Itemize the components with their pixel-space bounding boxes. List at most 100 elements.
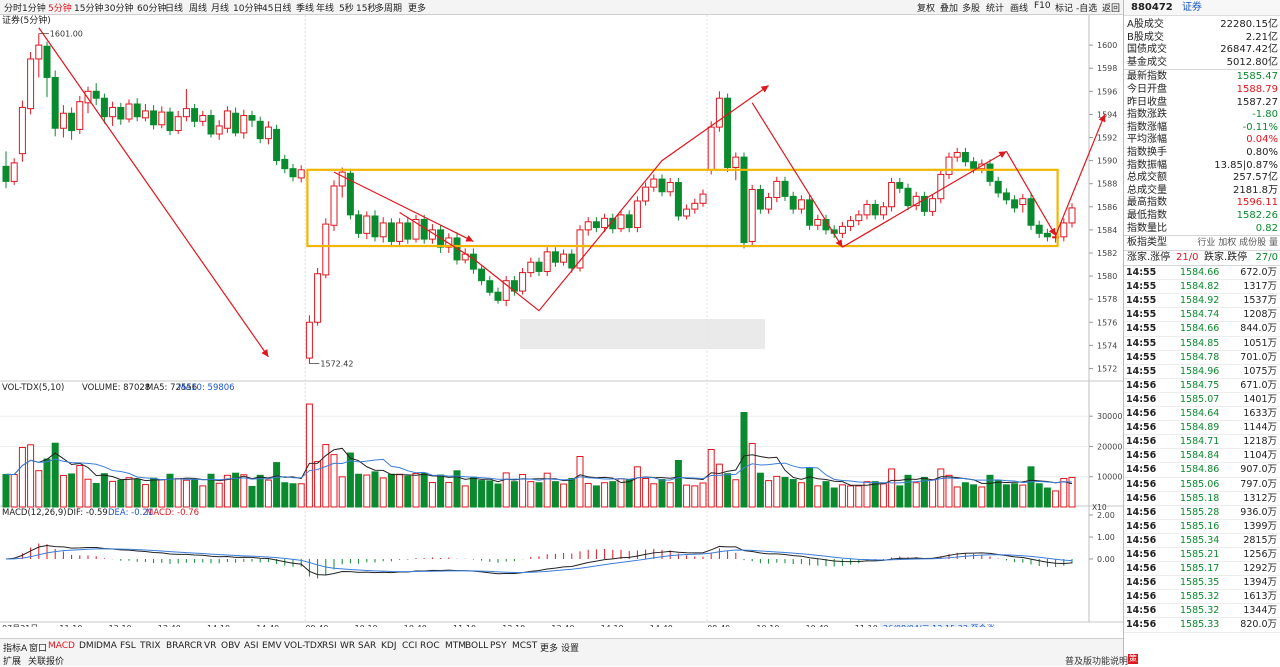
index-stat-value: 2181.8万 [1233, 184, 1278, 196]
indicator-22[interactable]: PSY [490, 641, 507, 651]
toolbar-button-1[interactable]: 叠加 [940, 1, 958, 14]
indicator-0[interactable]: 指标A [3, 641, 27, 654]
volume-bar [625, 479, 633, 508]
indicator-6[interactable]: TRIX [140, 641, 161, 651]
indicator-7[interactable]: BRAR [166, 641, 190, 651]
candle-body [273, 128, 281, 162]
indicator-19[interactable]: ROC [420, 641, 440, 651]
index-stat-label: 总成交额 [1127, 172, 1167, 184]
indicator-20[interactable]: MTM [445, 641, 466, 651]
indicator-25[interactable]: 设置 [561, 641, 579, 654]
price-tick-label: 1600 [1097, 41, 1117, 50]
toolbar-button-0[interactable]: 复权 [917, 1, 935, 14]
indicator-12[interactable]: EMV [262, 641, 282, 651]
tick-time: 14:56 [1126, 408, 1157, 420]
x-axis-label: 14:10 [601, 624, 624, 627]
volume-bar [650, 483, 658, 508]
timeframe-11[interactable]: 季线 [296, 1, 314, 14]
candle-body [379, 222, 387, 238]
indicator-5[interactable]: FSL [120, 641, 136, 651]
index-stat-value: 1585.47 [1236, 71, 1278, 83]
volume-bar [76, 464, 84, 508]
trend-arrow [399, 85, 769, 312]
timeframe-13[interactable]: 5秒 [339, 1, 354, 14]
indicator-17[interactable]: KDJ [381, 641, 397, 651]
timeframe-2[interactable]: 5分钟 [48, 1, 72, 14]
timeframe-8[interactable]: 月线 [211, 1, 229, 14]
board-type-value[interactable]: 行业 加权 成份股 量 [1197, 236, 1278, 250]
tick-volume: 701.0万 [1240, 351, 1277, 363]
tab-extend[interactable]: 扩展 [3, 654, 21, 667]
tick-list[interactable]: 14:55 1584.66 672.0万 14:55 1584.82 1317万 14:55… [1124, 265, 1280, 633]
volume-bar [642, 477, 650, 508]
index-stat-row-8: 总成交额 257.57亿 [1124, 172, 1280, 185]
timeframe-10[interactable]: 45日线 [262, 1, 291, 14]
indicator-3[interactable]: DMI [79, 641, 96, 651]
indicator-23[interactable]: MCST [512, 641, 537, 651]
timeframe-9[interactable]: 10分钟 [233, 1, 262, 14]
indicator-16[interactable]: SAR [358, 641, 376, 651]
timeframe-16[interactable]: 更多 [408, 1, 426, 14]
turnover-label: 国债成交 [1127, 44, 1167, 56]
timeframe-12[interactable]: 年线 [316, 1, 334, 14]
timeframe-1[interactable]: 1分钟 [22, 1, 46, 14]
indicator-8[interactable]: CR [190, 641, 203, 651]
toolbar-button-5[interactable]: F10 [1034, 1, 1051, 11]
toolbar-button-2[interactable]: 多股 [962, 1, 980, 14]
red-badge-icon[interactable]: 策 [1128, 654, 1138, 664]
indicator-10[interactable]: OBV [221, 641, 240, 651]
timeframe-4[interactable]: 30分钟 [104, 1, 133, 14]
candle-body [642, 186, 650, 202]
indicator-14[interactable]: RSI [322, 641, 337, 651]
kline-chart[interactable]: 1600 1598 1596 1594 1592 1590 1588 1586 1584 1582… [0, 15, 1123, 627]
candle-body [699, 193, 707, 204]
index-name[interactable]: 证券 [1182, 2, 1202, 13]
kline-chart-area[interactable]: 1600 1598 1596 1594 1592 1590 1588 1586 1584 1582… [0, 15, 1123, 627]
tick-time: 14:55 [1126, 351, 1157, 363]
timeframe-0[interactable]: 分时 [4, 1, 22, 14]
indicator-24[interactable]: 更多 [540, 641, 558, 654]
feature-note-link[interactable]: 普及版功能说明 [1065, 654, 1128, 667]
timeframe-7[interactable]: 周线 [189, 1, 207, 14]
tick-price: 1585.33 [1180, 619, 1220, 631]
candle-body [27, 58, 35, 110]
volume-bar [920, 476, 928, 508]
indicator-18[interactable]: CCI [402, 641, 417, 651]
macd-dif: DIF: -0.59 [67, 508, 108, 518]
tick-volume: 1537万 [1243, 295, 1277, 307]
volume-bar [2, 473, 10, 508]
toolbar-button-7[interactable]: -自选 [1076, 1, 1097, 14]
volume-bar [363, 474, 371, 508]
toolbar-button-6[interactable]: 标记 [1055, 1, 1073, 14]
indicator-1[interactable]: 窗口 [29, 641, 47, 654]
volume-bar [601, 482, 609, 508]
toolbar-button-3[interactable]: 统计 [986, 1, 1004, 14]
timeframe-14[interactable]: 15秒 [356, 1, 376, 14]
toolbar-button-8[interactable]: 返回 [1102, 1, 1120, 14]
index-stat-value: 0.80% [1246, 146, 1278, 158]
volume-bar [929, 479, 937, 508]
volume-bar [576, 456, 584, 508]
indicator-13[interactable]: VOL-TDX [284, 641, 323, 651]
volume-bar [199, 485, 207, 508]
indicator-4[interactable]: DMA [96, 641, 117, 651]
turnover-label: A股成交 [1127, 19, 1164, 30]
timeframe-5[interactable]: 60分钟 [137, 1, 166, 14]
indicator-11[interactable]: ASI [244, 641, 259, 651]
timeframe-6[interactable]: 日线 [165, 1, 183, 14]
timeframe-3[interactable]: 15分钟 [74, 1, 103, 14]
timeframe-15[interactable]: 多周期 [375, 1, 402, 14]
indicator-15[interactable]: WR [340, 641, 355, 651]
candle-body [207, 115, 215, 135]
board-type-row: 板指类型 行业 加权 成份股 量 [1124, 235, 1280, 250]
indicator-2[interactable]: MACD [48, 641, 75, 651]
indicator-21[interactable]: BOLL [465, 641, 488, 651]
toolbar-button-4[interactable]: 画线 [1010, 1, 1028, 14]
indicator-9[interactable]: VR [204, 641, 216, 651]
x-axis-label: 10:40 [806, 624, 829, 627]
tick-price: 1584.92 [1180, 295, 1220, 307]
volume-bar [43, 458, 51, 508]
candle-body [92, 90, 100, 99]
volume-bar [191, 478, 199, 508]
tab-related-quotes[interactable]: 关联报价 [28, 654, 64, 667]
